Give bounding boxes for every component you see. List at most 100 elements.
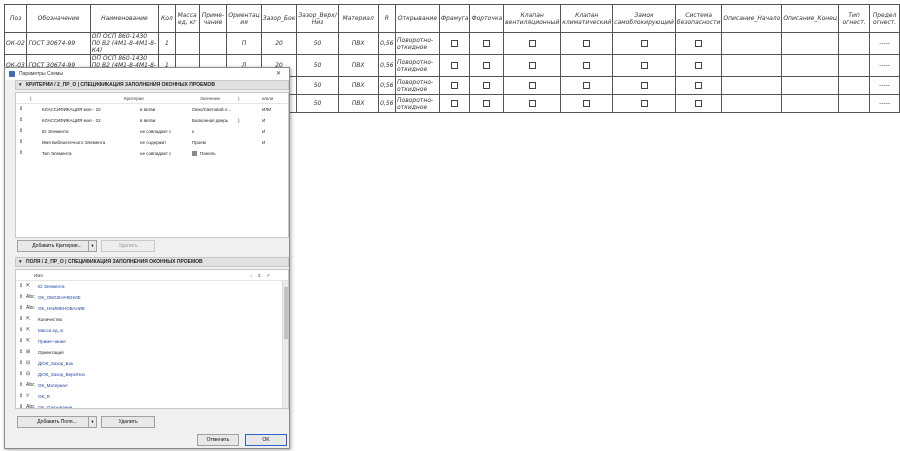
drag-handle-icon[interactable]: ⇕ <box>19 325 23 336</box>
schedule-checkbox[interactable] <box>583 100 591 107</box>
field-name[interactable]: Количество <box>38 314 62 325</box>
field-name[interactable]: ОК_Материал <box>38 380 68 391</box>
field-row[interactable]: ⇕ Abc ОК_Открывание <box>16 402 288 408</box>
schedule-checkbox[interactable] <box>451 40 459 47</box>
schedule-checkbox[interactable] <box>451 100 459 107</box>
schedule-checkbox[interactable] <box>640 82 648 89</box>
criteria-name[interactable]: КЛАССИФИКАЦИЯ моя - 22 <box>42 115 138 126</box>
drag-handle-icon[interactable]: ⇕ <box>19 391 23 402</box>
schedule-checkbox[interactable] <box>583 40 591 47</box>
field-name[interactable]: Приме-чание <box>38 336 66 347</box>
criteria-row[interactable]: ⇕ Имя Библиотечного Элемента не содержит Пр… <box>16 137 288 148</box>
criteria-operator[interactable]: не совпадает с <box>140 126 188 137</box>
field-row[interactable]: ⇕ Abc ОК_ОБОЗНАЧЕНИЕ <box>16 292 288 303</box>
schedule-checkbox[interactable] <box>483 40 491 47</box>
field-name[interactable]: ОК_Открывание <box>38 402 72 408</box>
criteria-name[interactable]: КЛАССИФИКАЦИЯ моя - 22 <box>42 104 138 115</box>
field-name[interactable]: ОК_R <box>38 391 50 402</box>
field-row[interactable]: ⇕ ⊞ Ориентация <box>16 347 288 358</box>
criteria-operator[interactable]: в ветви <box>140 115 188 126</box>
drag-handle-icon[interactable]: ⇕ <box>19 347 23 358</box>
schedule-checkbox[interactable] <box>695 62 703 69</box>
criteria-value[interactable]: Балконная дверь <box>192 115 240 126</box>
schedule-checkbox[interactable] <box>528 100 536 107</box>
schedule-checkbox[interactable] <box>583 62 591 69</box>
schedule-checkbox[interactable] <box>695 100 703 107</box>
field-name[interactable]: ОК_ОБОЗНАЧЕНИЕ <box>38 292 81 303</box>
criteria-operator[interactable]: не совпадает с <box>140 148 188 159</box>
drag-handle-icon[interactable]: ⇕ <box>19 358 23 369</box>
criteria-andor[interactable]: И <box>262 137 265 148</box>
schedule-checkbox[interactable] <box>640 40 648 47</box>
sort-icon[interactable]: ↓ <box>250 270 252 281</box>
fields-scrollbar[interactable] <box>282 281 288 408</box>
schedule-checkbox[interactable] <box>528 62 536 69</box>
field-name[interactable]: Д/ОК_Зазор_Верх/Низ <box>38 369 85 380</box>
dropdown-arrow-icon[interactable]: ▼ <box>88 417 96 427</box>
schedule-checkbox[interactable] <box>483 100 491 107</box>
schedule-checkbox[interactable] <box>451 62 459 69</box>
criteria-operator[interactable]: не содержит <box>140 137 188 148</box>
scrollbar-thumb[interactable] <box>284 287 288 339</box>
field-name[interactable]: Ориентация <box>38 347 64 358</box>
criteria-section-header[interactable]: ▾ КРИТЕРИИ / 2_ПР_О | СПЕЦИФИКАЦИЯ ЗАПОЛ… <box>15 80 289 90</box>
drag-handle-icon[interactable]: ⇕ <box>19 314 23 325</box>
criteria-name[interactable]: Имя Библиотечного Элемента <box>42 137 138 148</box>
criteria-value[interactable]: Панель <box>200 148 248 159</box>
field-row[interactable]: ⇕ ⊟ Д/ОК_Зазор_Верх/Низ <box>16 369 288 380</box>
drag-handle-icon[interactable]: ⇕ <box>19 402 23 408</box>
dropdown-arrow-icon[interactable]: ▼ <box>88 241 96 251</box>
wrap-icon[interactable]: ↗ <box>266 270 270 281</box>
sum-icon[interactable]: Σ <box>258 270 261 281</box>
add-criteria-button[interactable]: Добавить Критерии... ▼ <box>17 240 97 252</box>
drag-handle-icon[interactable]: ⇕ <box>19 303 23 314</box>
add-fields-button[interactable]: Добавить Поля... ▼ <box>17 416 97 428</box>
schedule-checkbox[interactable] <box>528 40 536 47</box>
delete-fields-button[interactable]: Удалить <box>101 416 155 428</box>
criteria-row[interactable]: ⇕ Тип Элемента не совпадает с Панель <box>16 148 288 159</box>
delete-criteria-button[interactable]: Удалить <box>101 240 155 252</box>
criteria-value[interactable]: Окно/Световой л... <box>192 104 240 115</box>
field-name[interactable]: Д/ОК_Зазор_Бок <box>38 358 73 369</box>
drag-handle-icon[interactable]: ⇕ <box>19 126 23 137</box>
schedule-checkbox[interactable] <box>451 82 459 89</box>
criteria-andor[interactable]: И <box>262 115 265 126</box>
cancel-button[interactable]: Отменить <box>197 434 239 446</box>
field-row[interactable]: ⇕ Abc ОК_НАИМЕНОВАНИЕ <box>16 303 288 314</box>
ok-button[interactable]: OK <box>245 434 287 446</box>
drag-handle-icon[interactable]: ⇕ <box>19 369 23 380</box>
drag-handle-icon[interactable]: ⇕ <box>19 137 23 148</box>
criteria-name[interactable]: Тип Элемента <box>42 148 138 159</box>
close-icon[interactable]: ✕ <box>276 68 285 80</box>
schedule-checkbox[interactable] <box>640 62 648 69</box>
drag-handle-icon[interactable]: ⇕ <box>19 104 23 115</box>
criteria-value[interactable]: к <box>192 126 240 137</box>
schedule-checkbox[interactable] <box>695 40 703 47</box>
drag-handle-icon[interactable]: ⇕ <box>19 281 23 292</box>
schedule-checkbox[interactable] <box>483 82 491 89</box>
dialog-titlebar[interactable]: Параметры Схемы ✕ <box>5 68 289 80</box>
field-row[interactable]: ⇕ ⇱ Масса ед, кг <box>16 325 288 336</box>
field-name[interactable]: Масса ед, кг <box>38 325 64 336</box>
field-row[interactable]: ⇕ ⊟ Д/ОК_Зазор_Бок <box>16 358 288 369</box>
field-name[interactable]: ОК_НАИМЕНОВАНИЕ <box>38 303 85 314</box>
criteria-row[interactable]: ⇕ КЛАССИФИКАЦИЯ моя - 22 в ветви Окно/Свето… <box>16 104 288 115</box>
schedule-checkbox[interactable] <box>583 82 591 89</box>
schedule-checkbox[interactable] <box>695 82 703 89</box>
schedule-checkbox[interactable] <box>528 82 536 89</box>
criteria-andor[interactable]: И <box>262 126 265 137</box>
drag-handle-icon[interactable]: ⇕ <box>19 148 23 159</box>
field-row[interactable]: ⇕ Abc ОК_Материал <box>16 380 288 391</box>
drag-handle-icon[interactable]: ⇕ <box>19 380 23 391</box>
criteria-row[interactable]: ⇕ КЛАССИФИКАЦИЯ моя - 22 в ветви Балконная … <box>16 115 288 126</box>
drag-handle-icon[interactable]: ⇕ <box>19 115 23 126</box>
criteria-name[interactable]: ID Элемента <box>42 126 138 137</box>
criteria-andor[interactable]: ИЛИ <box>262 104 271 115</box>
field-row[interactable]: ⇕ ⇱ Количество <box>16 314 288 325</box>
field-name[interactable]: ID Элемента <box>38 281 65 292</box>
drag-handle-icon[interactable]: ⇕ <box>19 336 23 347</box>
field-row[interactable]: ⇕ ⇱ ID Элемента <box>16 281 288 292</box>
fields-section-header[interactable]: ▾ ПОЛЯ / 2_ПР_О | СПЕЦИФИКАЦИЯ ЗАПОЛНЕНИ… <box>15 257 289 267</box>
criteria-value[interactable]: Проем <box>192 137 240 148</box>
schedule-checkbox[interactable] <box>640 100 648 107</box>
